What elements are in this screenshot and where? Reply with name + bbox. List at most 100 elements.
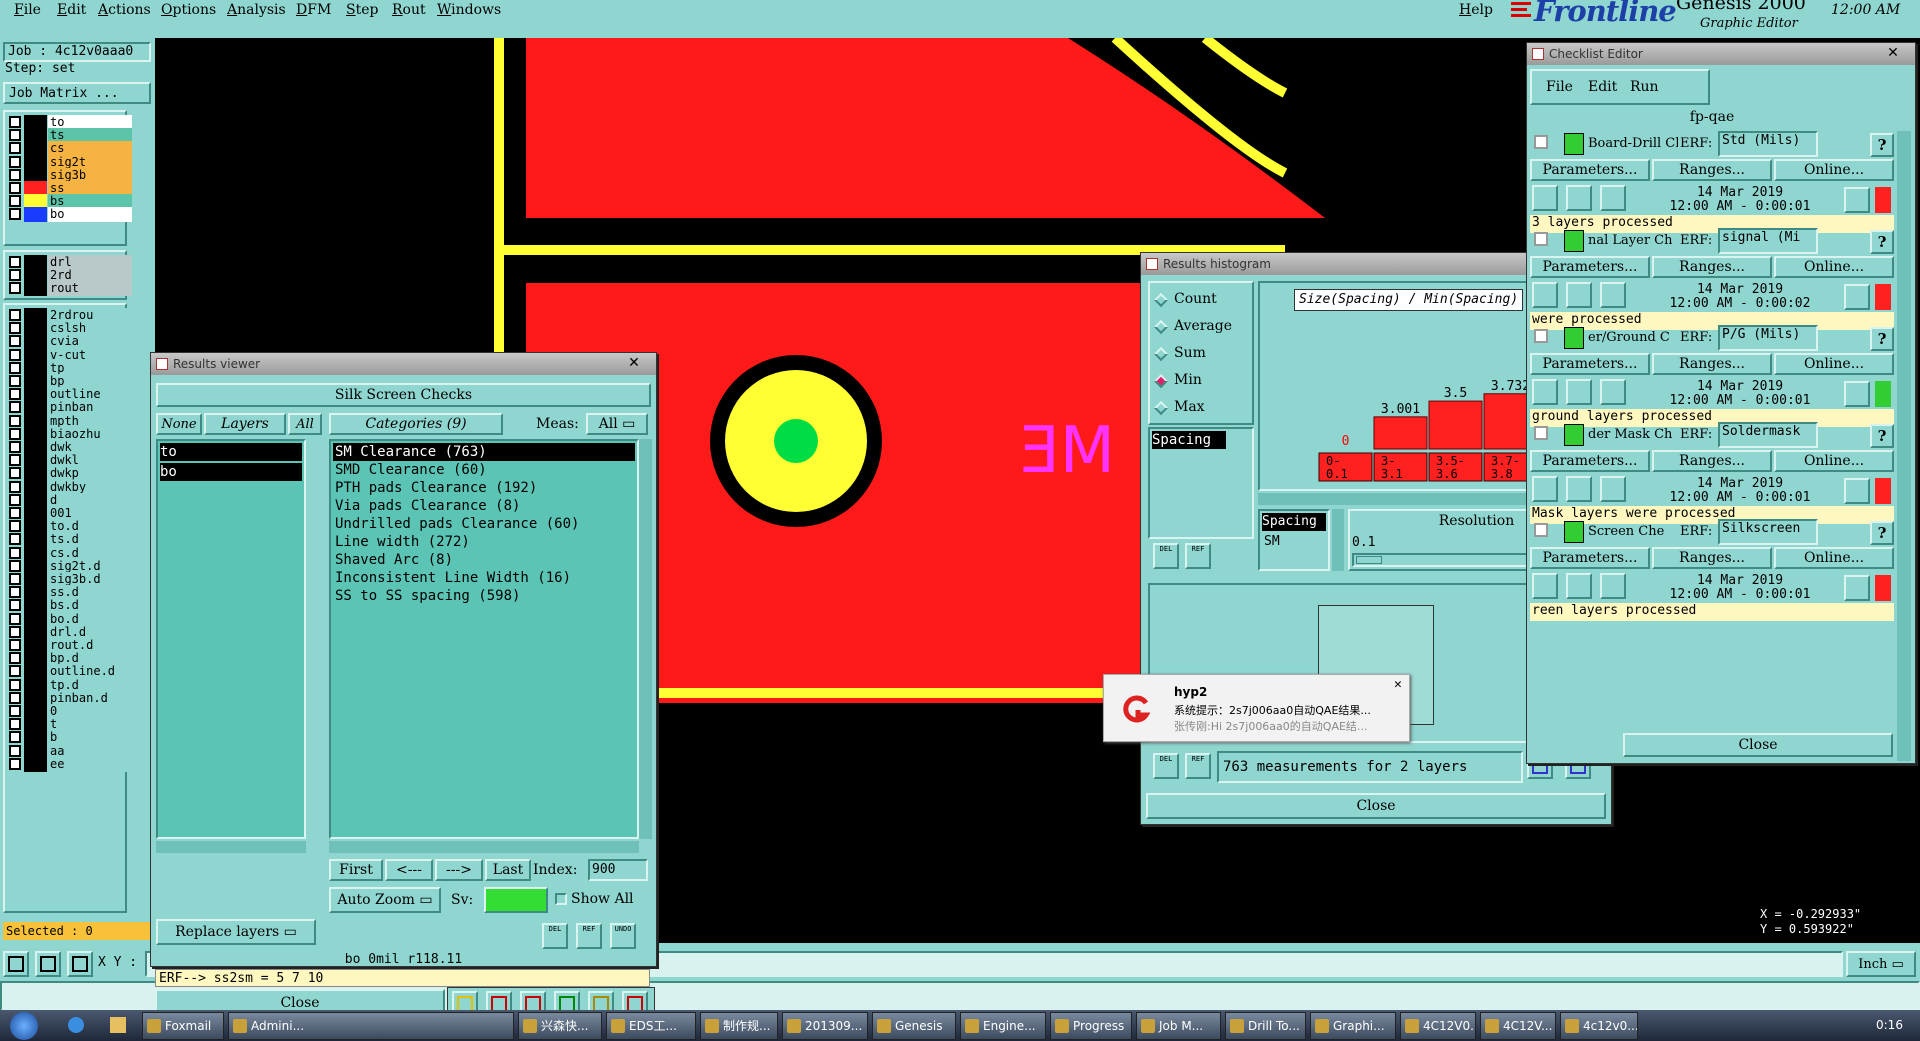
check-run-icon[interactable] [1600,379,1626,405]
taskbar-item[interactable]: Drill To... [1225,1012,1306,1040]
categories-hscrollbar[interactable] [329,841,639,853]
layer-checkbox[interactable] [9,195,21,208]
layers-button[interactable]: Layers [204,413,286,435]
layer-row[interactable]: rout [8,280,132,297]
categories-button[interactable]: Categories (9) [329,413,503,435]
check-help-button[interactable]: ? [1870,133,1894,157]
erf-select[interactable]: P/G (Mils) [1718,325,1818,351]
layer-name[interactable]: rout [48,281,132,297]
check-run-icon[interactable] [1566,185,1592,211]
layer-checkbox[interactable] [9,269,21,282]
layer-checkbox[interactable] [9,586,21,599]
layer-checkbox[interactable] [9,520,21,533]
check-run-icon[interactable] [1532,185,1558,211]
taskbar-item[interactable]: Genesis [872,1012,956,1040]
last-button[interactable]: Last [485,859,531,881]
check-run-icon[interactable] [1532,476,1558,502]
category-item[interactable]: SM Clearance (763) [333,443,635,461]
taskbar-item[interactable]: Job M... [1136,1012,1221,1040]
hist-del-icon[interactable]: DEL [1153,543,1179,569]
check-run-icon[interactable] [1532,573,1558,599]
layer-checkbox[interactable] [9,546,21,559]
measure-item-spacing[interactable]: Spacing [1152,431,1226,449]
layer-checkbox[interactable] [9,208,21,221]
category-item[interactable]: Shaved Arc (8) [333,551,635,569]
sv-color-select[interactable] [484,887,548,913]
menu-windows[interactable]: Windows [437,2,501,18]
ranges-button[interactable]: Ranges... [1652,256,1772,278]
info-vscrollbar[interactable] [1332,509,1344,571]
check-enable-checkbox[interactable] [1534,523,1548,537]
hist-ref-icon[interactable]: REF [1185,543,1211,569]
show-all-checkbox[interactable] [555,893,567,905]
layer-checkbox[interactable] [9,612,21,625]
online-button[interactable]: Online... [1774,159,1894,181]
first-button[interactable]: First [329,859,383,881]
layer-checkbox[interactable] [9,678,21,691]
layer-checkbox[interactable] [9,441,21,453]
parameters-button[interactable]: Parameters... [1530,353,1650,375]
mode-radio-count[interactable]: Count [1153,291,1252,311]
parameters-button[interactable]: Parameters... [1530,256,1650,278]
check-run-icon[interactable] [1600,476,1626,502]
layer-checkbox[interactable] [9,744,21,757]
check-enable-checkbox[interactable] [1534,329,1548,343]
check-run-icon[interactable] [1566,379,1592,405]
ranges-button[interactable]: Ranges... [1652,353,1772,375]
checklist-menu-run[interactable]: Run [1630,79,1659,95]
notification-close-icon[interactable]: ✕ [1394,677,1402,692]
ranges-button[interactable]: Ranges... [1652,547,1772,569]
menu-edit[interactable]: Edit [57,2,86,18]
layer-checkbox[interactable] [9,757,21,770]
layer-checkbox[interactable] [9,507,21,519]
check-action-icon[interactable] [1564,424,1584,446]
check-run-icon[interactable] [1600,185,1626,211]
taskbar-item[interactable]: 4C12V... [1480,1012,1556,1040]
layer-checkbox[interactable] [9,401,21,414]
layer-checkbox[interactable] [9,129,21,142]
checklist-menu-edit[interactable]: Edit [1588,79,1617,95]
units-select[interactable]: Inch ▭ [1846,951,1916,977]
check-enable-checkbox[interactable] [1534,426,1548,440]
notification-popup[interactable]: hyp2 系统提示：2s7j006aa0自动QAE结果... 张传刚:Hi 2s… [1103,674,1410,742]
del-icon[interactable]: DEL [542,923,568,949]
prev-button[interactable]: <--- [385,859,433,881]
category-item[interactable]: SS to SS spacing (598) [333,587,635,605]
online-button[interactable]: Online... [1774,547,1894,569]
menu-dfm[interactable]: DFM [296,2,331,18]
layers-list[interactable]: to bo [156,439,306,839]
taskbar-item[interactable]: Admini... [228,1012,514,1040]
layer-checkbox[interactable] [9,639,21,651]
layer-row[interactable]: ee [8,756,132,772]
auto-zoom-select[interactable]: Auto Zoom ▭ [329,887,441,913]
taskbar-item[interactable]: Progress [1050,1012,1132,1040]
check-help-button[interactable]: ? [1870,424,1894,448]
none-button[interactable]: None [156,413,202,435]
layer-name[interactable]: bo [48,207,132,223]
category-item[interactable]: Undrilled pads Clearance (60) [333,515,635,533]
histogram-close-button[interactable]: Close [1146,793,1606,819]
close-icon[interactable]: ✕ [1877,44,1909,62]
mode-radio-average[interactable]: Average [1153,318,1252,338]
parameters-button[interactable]: Parameters... [1530,547,1650,569]
layer-row[interactable]: bo [8,206,132,223]
check-action-icon[interactable] [1564,230,1584,252]
replace-layers-select[interactable]: Replace layers ▭ [156,919,316,945]
taskbar-item[interactable]: EDS工... [606,1012,696,1040]
categories-list[interactable]: SM Clearance (763) SMD Clearance (60) PTH … [329,439,639,839]
layer-checkbox[interactable] [9,652,21,665]
check-help-button[interactable]: ? [1870,327,1894,351]
menu-rout[interactable]: Rout [392,2,426,18]
layer-checkbox[interactable] [9,427,21,440]
check-run-icon[interactable] [1600,282,1626,308]
ranges-button[interactable]: Ranges... [1652,159,1772,181]
layer-checkbox[interactable] [9,454,21,467]
check-run-icon[interactable] [1532,379,1558,405]
layer-checkbox[interactable] [9,182,21,194]
category-item[interactable]: PTH pads Clearance (192) [333,479,635,497]
layer-checkbox[interactable] [9,256,21,268]
checklist-menu-file[interactable]: File [1546,79,1573,95]
histogram-bar[interactable] [1373,416,1428,450]
mode-radio-max[interactable]: Max [1153,399,1252,419]
start-icon[interactable] [10,1012,38,1040]
